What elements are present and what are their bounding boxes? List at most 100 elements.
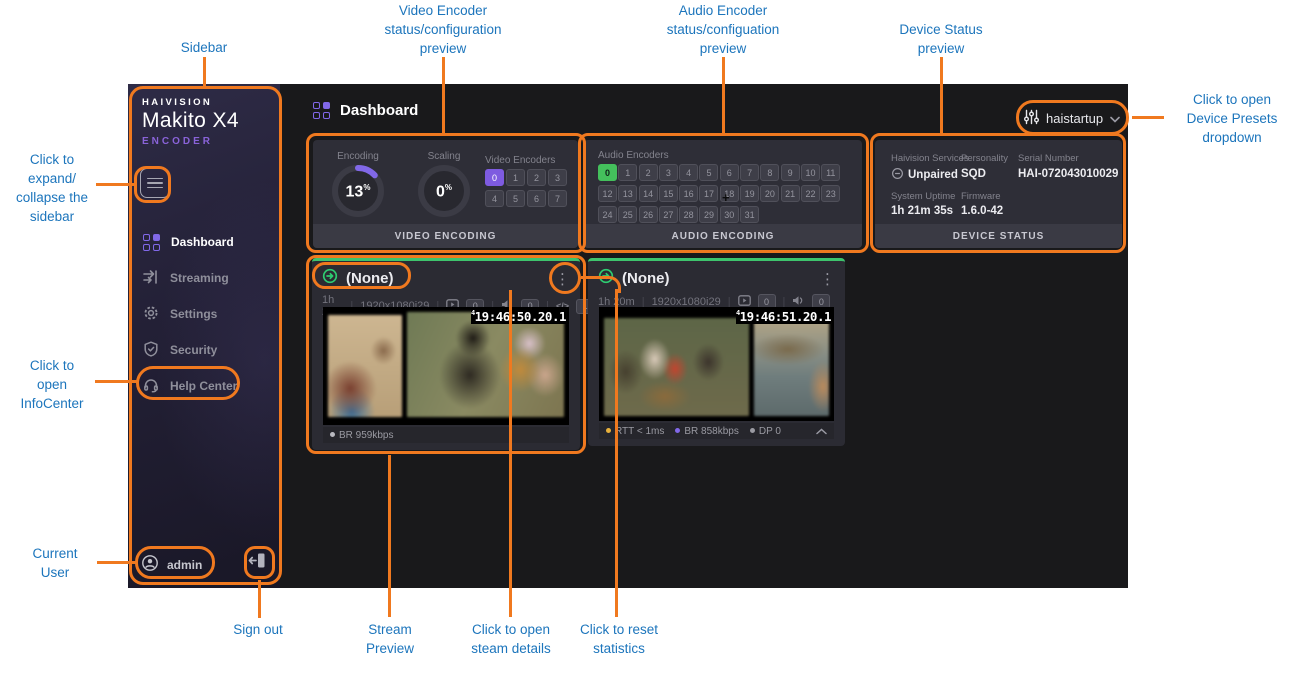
stream-menu-button[interactable]: ⋮ (820, 273, 835, 285)
audio-encoder-grid: 0123456789101112131415161718192021222324… (598, 164, 838, 223)
audio-encoder-13[interactable]: 13 (618, 185, 637, 202)
stream-metric: BR 959kbps (330, 430, 393, 441)
sidebar-collapse-button[interactable] (140, 168, 170, 198)
audio-encoder-21[interactable]: 21 (781, 185, 800, 202)
video-encoding-card[interactable]: Encoding 13% Scaling 0% Video Encoders 0… (313, 140, 578, 248)
sidebar-item-help-center[interactable]: Help Center (128, 368, 280, 404)
audio-encoders-label: Audio Encoders (598, 150, 669, 161)
video-encoder-3[interactable]: 3 (548, 169, 567, 186)
audio-encoder-20[interactable]: 20 (760, 185, 779, 202)
scaling-gauge: 0% (417, 164, 471, 218)
stream-card[interactable]: (None) ⋮ 1h 20m | 1920x1080i29 | 0 | 0 4… (588, 258, 845, 446)
audio-encoder-16[interactable]: 16 (679, 185, 698, 202)
video-encoder-grid: 0123 4567 (485, 169, 565, 207)
stream-header: (None) ⋮ (588, 261, 845, 292)
video-encoder-1[interactable]: 1 (506, 169, 525, 186)
scaling-gauge-label: Scaling (417, 151, 471, 162)
audio-encoder-11[interactable]: 11 (821, 164, 840, 181)
field-label: System Uptime (891, 191, 955, 202)
annotation-label-device-status: Device Status preview (841, 20, 1041, 58)
timecode-overlay: 419:46:50.20.1 (471, 309, 566, 324)
device-presets-dropdown[interactable]: haistartup (1024, 104, 1120, 132)
stream-card[interactable]: (None) ⋮ 1h 20m | 1920x1080i29 | 0 | 0 |… (312, 258, 580, 450)
video-encoder-5[interactable]: 5 (506, 190, 525, 207)
video-encoder-0[interactable]: 0 (485, 169, 504, 186)
logo: HAIVISION Makito X4 ENCODER (142, 97, 239, 147)
stream-title[interactable]: (None) (346, 270, 394, 287)
audio-encoder-23[interactable]: 23 (821, 185, 840, 202)
audio-encoder-26[interactable]: 26 (639, 206, 658, 223)
audio-encoder-6[interactable]: 6 (720, 164, 739, 181)
documentation-figure: HAIVISION Makito X4 ENCODER Dashboard St… (0, 0, 1308, 675)
page-header: Dashboard (313, 102, 418, 119)
sign-out-icon (248, 557, 267, 574)
current-user[interactable]: admin (141, 554, 202, 575)
annotation-label-stream-details: Click to open steam details (438, 620, 584, 658)
audio-encoder-17[interactable]: 17 (699, 185, 718, 202)
audio-encoder-22[interactable]: 22 (801, 185, 820, 202)
audio-encoder-31[interactable]: 31 (740, 206, 759, 223)
annotation-label-sidebar: Sidebar (154, 38, 254, 57)
video-encoder-4[interactable]: 4 (485, 190, 504, 207)
metric-dot (675, 428, 680, 433)
annotation-label-current-user: Current User (3, 544, 107, 582)
system-uptime-value: 1h 21m 35s (891, 205, 953, 217)
unpaired-icon (891, 167, 904, 183)
firmware-value: 1.6.0-42 (961, 205, 1003, 217)
dashboard-title-icon (313, 102, 330, 119)
audio-encoder-25[interactable]: 25 (618, 206, 637, 223)
audio-encoder-0[interactable]: 0 (598, 164, 617, 181)
haivision-services-value: Unpaired (891, 167, 958, 183)
annotation-label-audio-encoder: Audio Encoder status/configuation previe… (623, 1, 823, 58)
sidebar-item-settings[interactable]: Settings (128, 296, 280, 332)
user-avatar-icon (141, 554, 159, 575)
audio-encoder-28[interactable]: 28 (679, 206, 698, 223)
stream-menu-button[interactable]: ⋮ (555, 273, 570, 285)
stream-resolution: 1920x1080i29 (652, 296, 721, 308)
audio-encoding-card[interactable]: Audio Encoders 0123456789101112131415161… (584, 140, 862, 248)
video-thumbnail (407, 312, 564, 417)
audio-encoder-4[interactable]: 4 (679, 164, 698, 181)
sidebar-item-security[interactable]: Security (128, 332, 280, 368)
metric-dot (330, 432, 335, 437)
annotation-line (203, 57, 206, 87)
sidebar-item-label: Security (170, 343, 217, 357)
stream-metrics-strip: RTT < 1msBR 858kbpsDP 0 (599, 423, 834, 439)
audio-encoder-1[interactable]: 1 (618, 164, 637, 181)
audio-encoder-29[interactable]: 29 (699, 206, 718, 223)
audio-encoder-27[interactable]: 27 (659, 206, 678, 223)
audio-encoder-2[interactable]: 2 (639, 164, 658, 181)
stream-video-preview[interactable]: 419:46:50.20.1 (323, 307, 569, 425)
audio-encoder-3[interactable]: 3 (659, 164, 678, 181)
audio-encoder-24[interactable]: 24 (598, 206, 617, 223)
headset-icon (143, 377, 159, 396)
sidebar-item-streaming[interactable]: Streaming (128, 260, 280, 296)
audio-encoder-30[interactable]: 30 (720, 206, 739, 223)
video-thumbnail (754, 318, 829, 416)
audio-encoder-19[interactable]: 19 (740, 185, 759, 202)
video-encoder-2[interactable]: 2 (527, 169, 546, 186)
video-encoding-footer: VIDEO ENCODING (313, 224, 578, 248)
device-status-card[interactable]: Haivision Services Personality Serial Nu… (875, 140, 1122, 248)
annotation-line (1132, 116, 1164, 119)
annotation-label-expand-sidebar: Click to expand/ collapse the sidebar (0, 150, 104, 226)
video-encoder-7[interactable]: 7 (548, 190, 567, 207)
logo-model: Makito X4 (142, 109, 239, 133)
audio-encoder-5[interactable]: 5 (699, 164, 718, 181)
stream-video-preview[interactable]: 419:46:51.20.1 (599, 307, 834, 421)
audio-encoder-9[interactable]: 9 (781, 164, 800, 181)
audio-encoder-10[interactable]: 10 (801, 164, 820, 181)
audio-encoder-7[interactable]: 7 (740, 164, 759, 181)
collapse-chevron-icon[interactable] (816, 428, 827, 435)
audio-encoder-14[interactable]: 14 (639, 185, 658, 202)
audio-encoder-12[interactable]: 12 (598, 185, 617, 202)
encoding-gauge: 13% (331, 164, 385, 218)
sign-out-button[interactable] (248, 551, 267, 575)
stream-title[interactable]: (None) (622, 270, 670, 287)
stream-metric: DP 0 (750, 426, 781, 437)
audio-encoder-8[interactable]: 8 (760, 164, 779, 181)
video-encoder-6[interactable]: 6 (527, 190, 546, 207)
audio-encoder-15[interactable]: 15 (659, 185, 678, 202)
sidebar-item-dashboard[interactable]: Dashboard (128, 224, 280, 260)
dashboard-icon (143, 234, 160, 251)
